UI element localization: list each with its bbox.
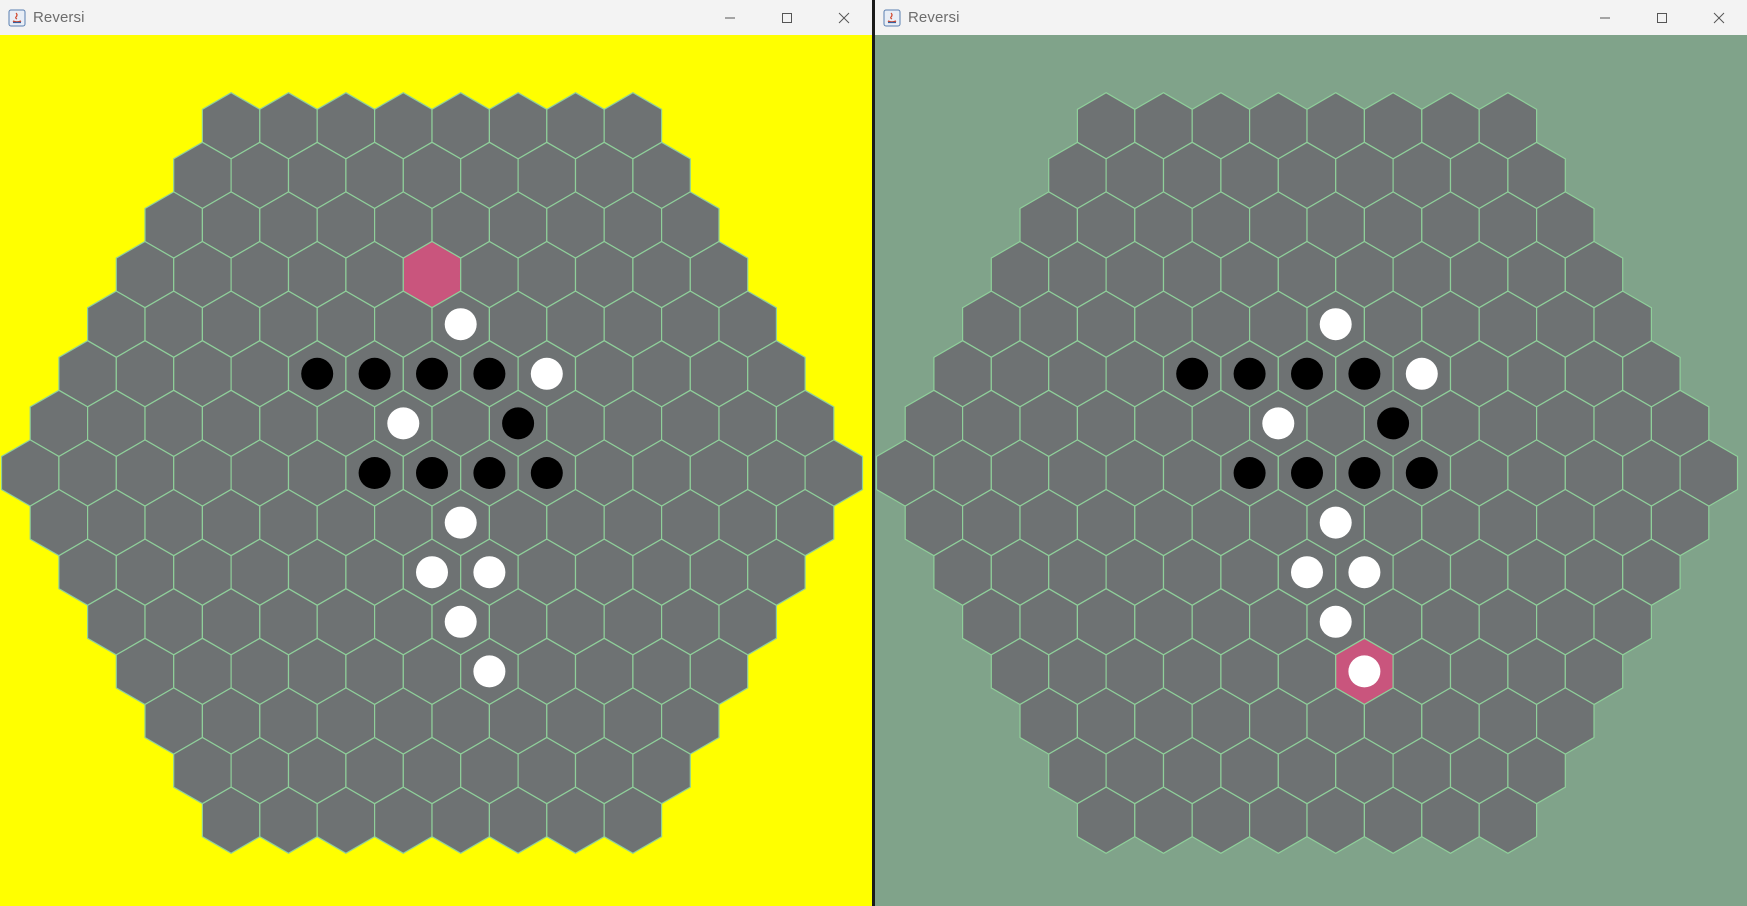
close-icon bbox=[1713, 12, 1724, 23]
white-piece bbox=[416, 556, 448, 589]
maximize-icon bbox=[1656, 12, 1667, 23]
white-piece bbox=[444, 605, 477, 638]
java-app-icon bbox=[883, 9, 901, 26]
close-icon bbox=[838, 12, 849, 23]
white-piece bbox=[473, 655, 506, 688]
white-piece bbox=[1319, 308, 1352, 341]
maximize-button[interactable] bbox=[1633, 0, 1690, 35]
black-piece bbox=[473, 457, 506, 489]
black-piece bbox=[1233, 457, 1266, 489]
white-piece bbox=[1405, 357, 1438, 390]
white-piece bbox=[444, 506, 477, 539]
maximize-icon bbox=[781, 12, 792, 23]
black-piece bbox=[358, 457, 391, 489]
black-piece bbox=[301, 357, 334, 390]
white-piece bbox=[444, 308, 477, 341]
close-button[interactable] bbox=[815, 0, 872, 35]
game-board-panel[interactable] bbox=[875, 35, 1747, 906]
minimize-icon bbox=[1599, 17, 1610, 18]
maximize-button[interactable] bbox=[758, 0, 815, 35]
white-piece bbox=[1348, 655, 1381, 688]
black-piece bbox=[416, 457, 448, 489]
black-piece bbox=[1291, 457, 1323, 489]
white-piece bbox=[1262, 407, 1295, 440]
minimize-button[interactable] bbox=[1576, 0, 1633, 35]
white-piece bbox=[1319, 506, 1352, 539]
window-title: Reversi bbox=[33, 9, 85, 26]
white-piece bbox=[1319, 605, 1352, 638]
white-piece bbox=[1291, 556, 1323, 589]
reversi-window-right: Reversi bbox=[875, 0, 1747, 906]
white-piece bbox=[530, 357, 563, 390]
game-board-panel[interactable] bbox=[0, 35, 872, 906]
minimize-button[interactable] bbox=[701, 0, 758, 35]
black-piece bbox=[1348, 357, 1381, 390]
white-piece bbox=[387, 407, 420, 440]
black-piece bbox=[473, 357, 506, 390]
reversi-window-left: Reversi bbox=[0, 0, 872, 906]
hex-board[interactable] bbox=[0, 35, 872, 906]
white-piece bbox=[473, 556, 506, 589]
black-piece bbox=[502, 407, 535, 440]
java-app-icon bbox=[8, 9, 26, 26]
black-piece bbox=[1348, 457, 1381, 489]
window-title: Reversi bbox=[908, 9, 960, 26]
minimize-icon bbox=[724, 17, 735, 18]
hex-board[interactable] bbox=[875, 35, 1747, 906]
black-piece bbox=[1176, 357, 1209, 390]
black-piece bbox=[1233, 357, 1266, 390]
white-piece bbox=[1348, 556, 1381, 589]
black-piece bbox=[530, 457, 563, 489]
close-button[interactable] bbox=[1690, 0, 1747, 35]
title-bar[interactable]: Reversi bbox=[875, 0, 1747, 35]
black-piece bbox=[358, 357, 391, 390]
black-piece bbox=[1291, 357, 1323, 390]
black-piece bbox=[416, 357, 448, 390]
black-piece bbox=[1405, 457, 1438, 489]
black-piece bbox=[1377, 407, 1410, 440]
title-bar[interactable]: Reversi bbox=[0, 0, 872, 35]
